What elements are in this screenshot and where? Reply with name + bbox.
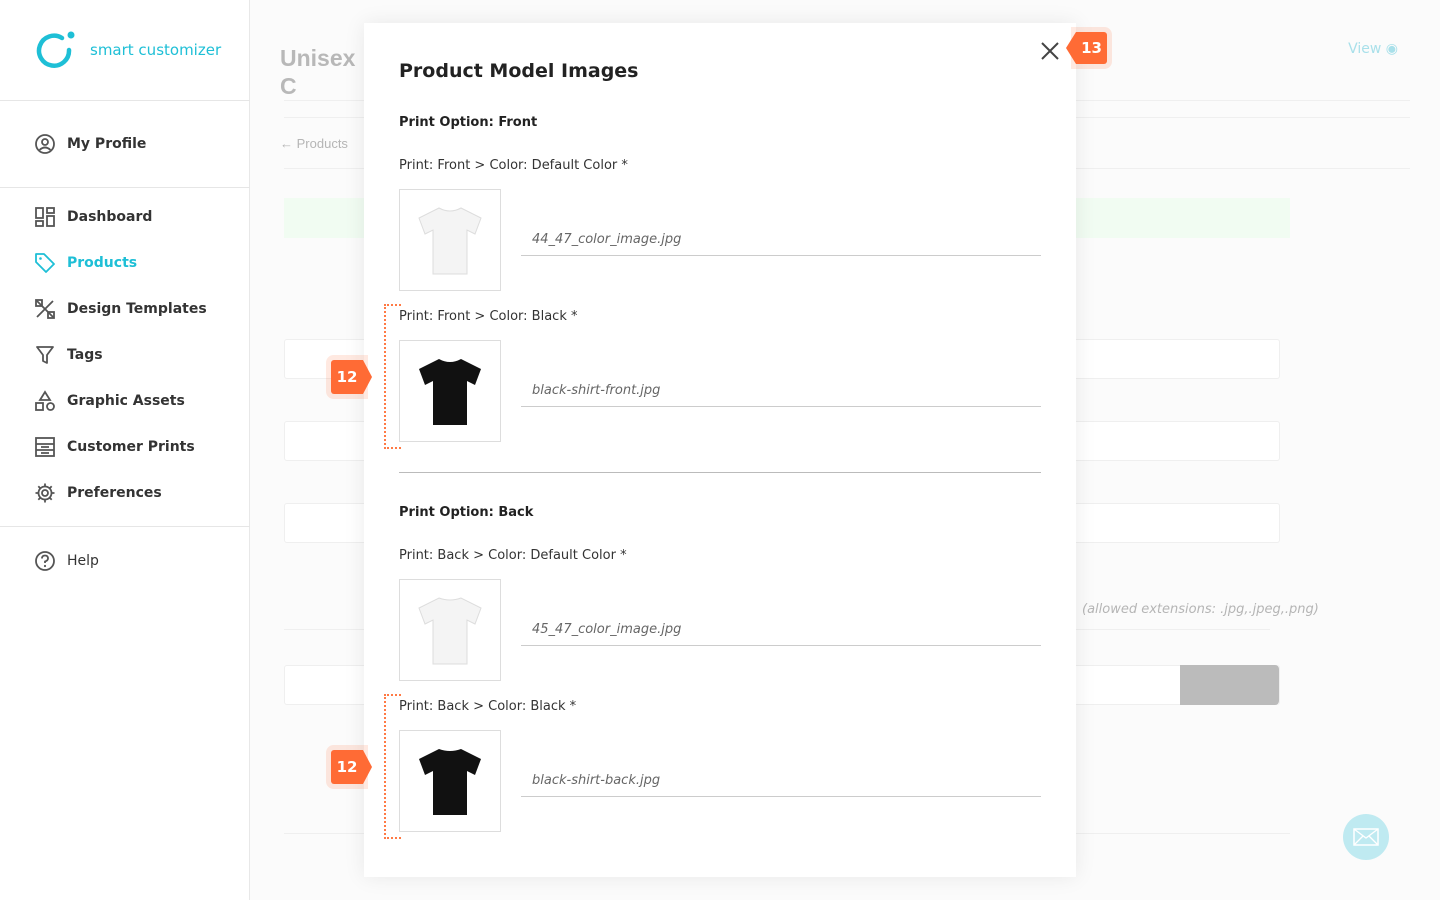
divider	[0, 187, 250, 188]
sidebar-item-label: Preferences	[67, 485, 162, 501]
sidebar-item-tags[interactable]: Tags	[34, 344, 103, 366]
sidebar-item-help[interactable]: Help	[34, 550, 99, 572]
filename-input[interactable]: black-shirt-front.jpg	[521, 375, 1041, 407]
sidebar-item-label: Dashboard	[67, 209, 153, 225]
sidebar-item-label: Customer Prints	[67, 439, 195, 455]
sidebar-item-design-templates[interactable]: Design Templates	[34, 298, 207, 320]
image-thumbnail[interactable]	[399, 189, 501, 291]
view-label: View	[1348, 41, 1382, 57]
sidebar-item-label: Products	[67, 255, 138, 271]
section-title-front: Print Option: Front	[399, 115, 538, 130]
prints-icon	[35, 437, 55, 457]
user-circle-icon	[35, 134, 55, 154]
modal-title: Product Model Images	[399, 60, 639, 82]
tshirt-image	[418, 207, 482, 275]
annotation-badge: 12	[331, 750, 372, 784]
filter-icon	[36, 346, 54, 364]
sidebar-item-label: Help	[67, 553, 99, 569]
annotation-bracket	[384, 304, 401, 449]
sidebar-item-label: Design Templates	[67, 301, 207, 317]
section-title-back: Print Option: Back	[399, 505, 534, 520]
breadcrumb[interactable]: ← Products	[280, 136, 348, 151]
filename-input[interactable]: black-shirt-back.jpg	[521, 765, 1041, 797]
tshirt-image	[419, 359, 481, 425]
logo-icon	[36, 31, 75, 68]
image-thumbnail[interactable]	[399, 579, 501, 681]
brand-logo[interactable]: smart customizer	[36, 30, 221, 70]
page-title: Unisex C	[280, 45, 356, 99]
tshirt-image	[418, 597, 482, 665]
row-label: Print: Front > Color: Default Color *	[399, 158, 628, 173]
divider	[0, 100, 250, 101]
chat-button[interactable]	[1343, 814, 1389, 860]
annotation-bracket	[384, 694, 401, 839]
envelope-icon	[1353, 828, 1379, 846]
sidebar-item-products[interactable]: Products	[34, 252, 137, 274]
sidebar-item-graphic-assets[interactable]: Graphic Assets	[34, 390, 185, 412]
product-model-images-modal: Product Model Images Print Option: Front…	[364, 23, 1076, 877]
sidebar: smart customizer My Profile Dashboard Pr…	[0, 0, 250, 900]
sidebar-item-label: Tags	[67, 347, 103, 363]
row-label: Print: Back > Color: Black *	[399, 699, 577, 714]
image-thumbnail[interactable]	[399, 730, 501, 832]
filename-input[interactable]: 45_47_color_image.jpg	[521, 614, 1041, 646]
tshirt-image	[419, 749, 481, 815]
sidebar-item-preferences[interactable]: Preferences	[34, 482, 162, 504]
section-divider	[399, 472, 1041, 473]
sidebar-item-customer-prints[interactable]: Customer Prints	[34, 436, 195, 458]
brand-name: smart customizer	[90, 41, 222, 59]
breadcrumb-label: Products	[296, 136, 348, 151]
image-thumbnail[interactable]	[399, 340, 501, 442]
dashboard-icon	[35, 207, 55, 227]
row-label: Print: Back > Color: Default Color *	[399, 548, 627, 563]
annotation-badge: 13	[1066, 32, 1107, 64]
sidebar-item-dashboard[interactable]: Dashboard	[34, 206, 152, 228]
shapes-icon	[35, 390, 55, 411]
eye-icon: ◉	[1385, 41, 1398, 57]
upload-button[interactable]	[1180, 665, 1279, 705]
row-label: Print: Front > Color: Black *	[399, 309, 578, 324]
file-hint: (allowed extensions: .jpg,.jpeg,.png)	[1082, 602, 1319, 617]
annotation-badge: 12	[331, 360, 372, 394]
sidebar-item-label: My Profile	[67, 136, 147, 152]
design-tools-icon	[35, 299, 55, 319]
sidebar-item-my-profile[interactable]: My Profile	[34, 133, 146, 155]
arrow-left-icon: ←	[280, 136, 293, 151]
gear-icon	[35, 483, 55, 503]
divider	[0, 526, 250, 527]
sidebar-item-label: Graphic Assets	[67, 393, 185, 409]
close-icon[interactable]	[1039, 40, 1061, 62]
view-link[interactable]: View ◉	[1348, 41, 1398, 57]
tag-icon	[35, 253, 55, 273]
question-circle-icon	[35, 551, 55, 571]
filename-input[interactable]: 44_47_color_image.jpg	[521, 224, 1041, 256]
